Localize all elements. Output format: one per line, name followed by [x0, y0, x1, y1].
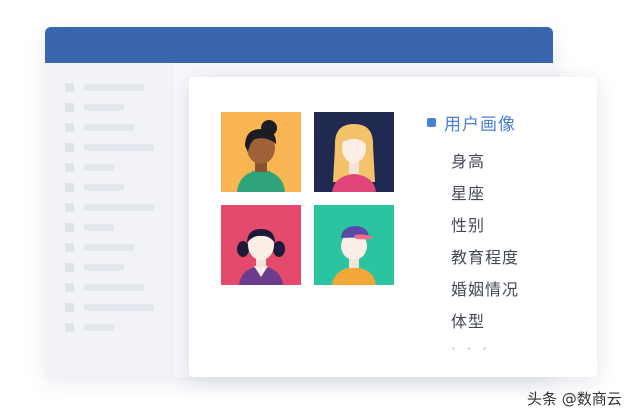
sidebar-item-label-placeholder: [84, 204, 154, 211]
avatar-girl-pigtails: [221, 205, 301, 285]
menu-item-height[interactable]: 身高: [451, 148, 485, 172]
sidebar-item-icon: [65, 183, 74, 192]
sidebar-item-icon: [65, 303, 74, 312]
sidebar-item-label-placeholder: [84, 244, 134, 251]
menu-item-education[interactable]: 教育程度: [451, 244, 519, 268]
sidebar-item-label-placeholder: [84, 164, 114, 171]
sidebar-item-icon: [65, 83, 74, 92]
sidebar-item-label-placeholder: [84, 184, 124, 191]
watermark: 头条 @数商云: [527, 390, 622, 408]
sidebar-item-icon: [65, 263, 74, 272]
sidebar-item-label-placeholder: [84, 124, 134, 131]
menu-item-body-type[interactable]: 体型: [451, 308, 485, 332]
menu-item-marital-status[interactable]: 婚姻情况: [451, 276, 519, 300]
avatar-dark-skin-woman-icon: [221, 112, 301, 192]
avatar-boy-cap: [314, 205, 394, 285]
sidebar-item-label-placeholder: [84, 104, 124, 111]
sidebar-item-label-placeholder: [84, 84, 144, 91]
sidebar-item-label-placeholder: [84, 264, 124, 271]
avatar-dark-skin-woman: [221, 112, 301, 192]
sidebar: [45, 63, 173, 377]
menu-title-bullet-icon: [427, 118, 436, 127]
sidebar-item-icon: [65, 223, 74, 232]
sidebar-item-label-placeholder: [84, 284, 144, 291]
avatar-blonde-woman: [314, 112, 394, 192]
sidebar-item-label-placeholder: [84, 224, 114, 231]
menu-item-zodiac[interactable]: 星座: [451, 180, 485, 204]
sidebar-item-label-placeholder: [84, 304, 154, 311]
sidebar-item-icon: [65, 243, 74, 252]
avatar-blonde-woman-icon: [314, 112, 394, 192]
window-title-bar: [45, 27, 553, 63]
sidebar-item-icon: [65, 203, 74, 212]
sidebar-item-icon: [65, 283, 74, 292]
sidebar-item-label-placeholder: [84, 144, 154, 151]
sidebar-item-label-placeholder: [84, 324, 114, 331]
sidebar-item-icon: [65, 323, 74, 332]
menu-item-gender[interactable]: 性别: [451, 212, 485, 236]
sidebar-item-icon: [65, 103, 74, 112]
menu-title[interactable]: 用户画像: [444, 110, 516, 135]
avatar-girl-pigtails-icon: [221, 205, 301, 285]
avatar-boy-cap-icon: [314, 205, 394, 285]
sidebar-item-icon: [65, 163, 74, 172]
menu-more-ellipsis: · · ·: [451, 340, 490, 358]
sidebar-item-icon: [65, 143, 74, 152]
sidebar-item-icon: [65, 123, 74, 132]
